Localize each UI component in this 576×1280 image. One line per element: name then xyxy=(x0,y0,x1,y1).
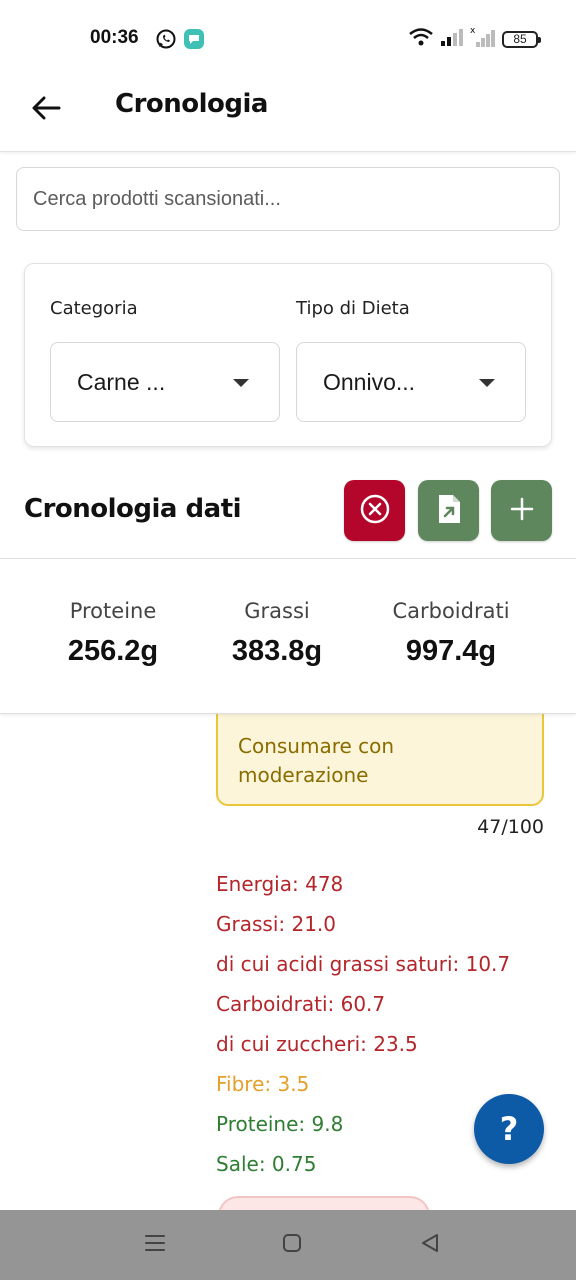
category-select[interactable]: Carne ... xyxy=(50,342,280,422)
export-button[interactable] xyxy=(418,480,479,541)
search-field[interactable] xyxy=(16,167,560,231)
triangle-back-icon xyxy=(419,1232,441,1258)
total-protein-value: 256.2g xyxy=(67,635,159,667)
nutrient-saturated-fat: di cui acidi grassi saturi: 10.7 xyxy=(216,952,511,976)
clear-history-button[interactable] xyxy=(344,480,405,541)
status-icons: x 85 xyxy=(408,26,541,52)
total-fat-value: 383.8g xyxy=(231,635,323,667)
whatsapp-icon xyxy=(155,28,177,50)
total-protein-label: Proteine xyxy=(69,599,157,623)
system-nav-bar xyxy=(0,1210,576,1280)
chevron-down-icon xyxy=(479,379,495,387)
help-fab-label: ? xyxy=(499,1110,519,1148)
nutrient-fiber: Fibre: 3.5 xyxy=(216,1072,310,1096)
battery-icon: 85 xyxy=(502,30,541,48)
nav-back-button[interactable] xyxy=(415,1230,445,1260)
status-bar: 00:36 x 85 xyxy=(0,0,576,76)
filter-card: Categoria Tipo di Dieta Carne ... Onnivo… xyxy=(24,263,552,447)
diet-label: Tipo di Dieta xyxy=(296,298,410,319)
nutrient-carbs: Carboidrati: 60.7 xyxy=(216,992,386,1016)
search-input[interactable] xyxy=(17,168,559,230)
file-export-icon xyxy=(435,493,463,529)
menu-icon xyxy=(143,1232,167,1258)
help-fab-button[interactable]: ? xyxy=(474,1094,544,1164)
wifi-icon xyxy=(408,27,434,51)
chat-app-icon xyxy=(183,28,205,50)
nutrient-fat: Grassi: 21.0 xyxy=(216,912,336,936)
home-square-icon xyxy=(281,1232,303,1258)
product-score: 47/100 xyxy=(477,816,544,838)
total-protein: Proteine 256.2g xyxy=(48,599,178,668)
plus-icon xyxy=(509,496,535,526)
status-time: 00:36 xyxy=(90,27,139,48)
category-label: Categoria xyxy=(50,298,138,319)
diet-select[interactable]: Onnivo... xyxy=(296,342,526,422)
nutrient-sugars: di cui zuccheri: 23.5 xyxy=(216,1032,418,1056)
svg-text:x: x xyxy=(470,26,476,36)
totals-panel: Proteine 256.2g Grassi 383.8g Carboidrat… xyxy=(0,558,576,714)
total-fat-label: Grassi xyxy=(244,599,310,623)
warning-text: Consumare con moderazione xyxy=(238,734,395,787)
arrow-left-icon xyxy=(31,96,61,124)
category-selected-value: Carne ... xyxy=(77,369,166,395)
nutrient-energy: Energia: 478 xyxy=(216,872,344,896)
signal-no-service-icon: x xyxy=(470,26,496,52)
add-button[interactable] xyxy=(491,480,552,541)
section-title: Cronologia dati xyxy=(24,494,242,524)
nutrient-salt: Sale: 0.75 xyxy=(216,1152,317,1176)
nutrient-protein: Proteine: 9.8 xyxy=(216,1112,344,1136)
chevron-down-icon xyxy=(233,379,249,387)
nav-menu-button[interactable] xyxy=(140,1230,170,1260)
diet-selected-value: Onnivo... xyxy=(323,369,416,395)
back-button[interactable] xyxy=(26,90,66,130)
page-title: Cronologia xyxy=(115,89,268,119)
total-fat: Grassi 383.8g xyxy=(212,599,342,668)
signal-icon xyxy=(440,27,464,51)
total-carbs-label: Carboidrati xyxy=(392,599,510,623)
close-circle-icon xyxy=(359,493,391,529)
total-carbs: Carboidrati 997.4g xyxy=(376,599,526,668)
app-bar: Cronologia xyxy=(0,76,576,152)
total-carbs-value: 997.4g xyxy=(405,635,497,667)
nav-home-button[interactable] xyxy=(277,1230,307,1260)
